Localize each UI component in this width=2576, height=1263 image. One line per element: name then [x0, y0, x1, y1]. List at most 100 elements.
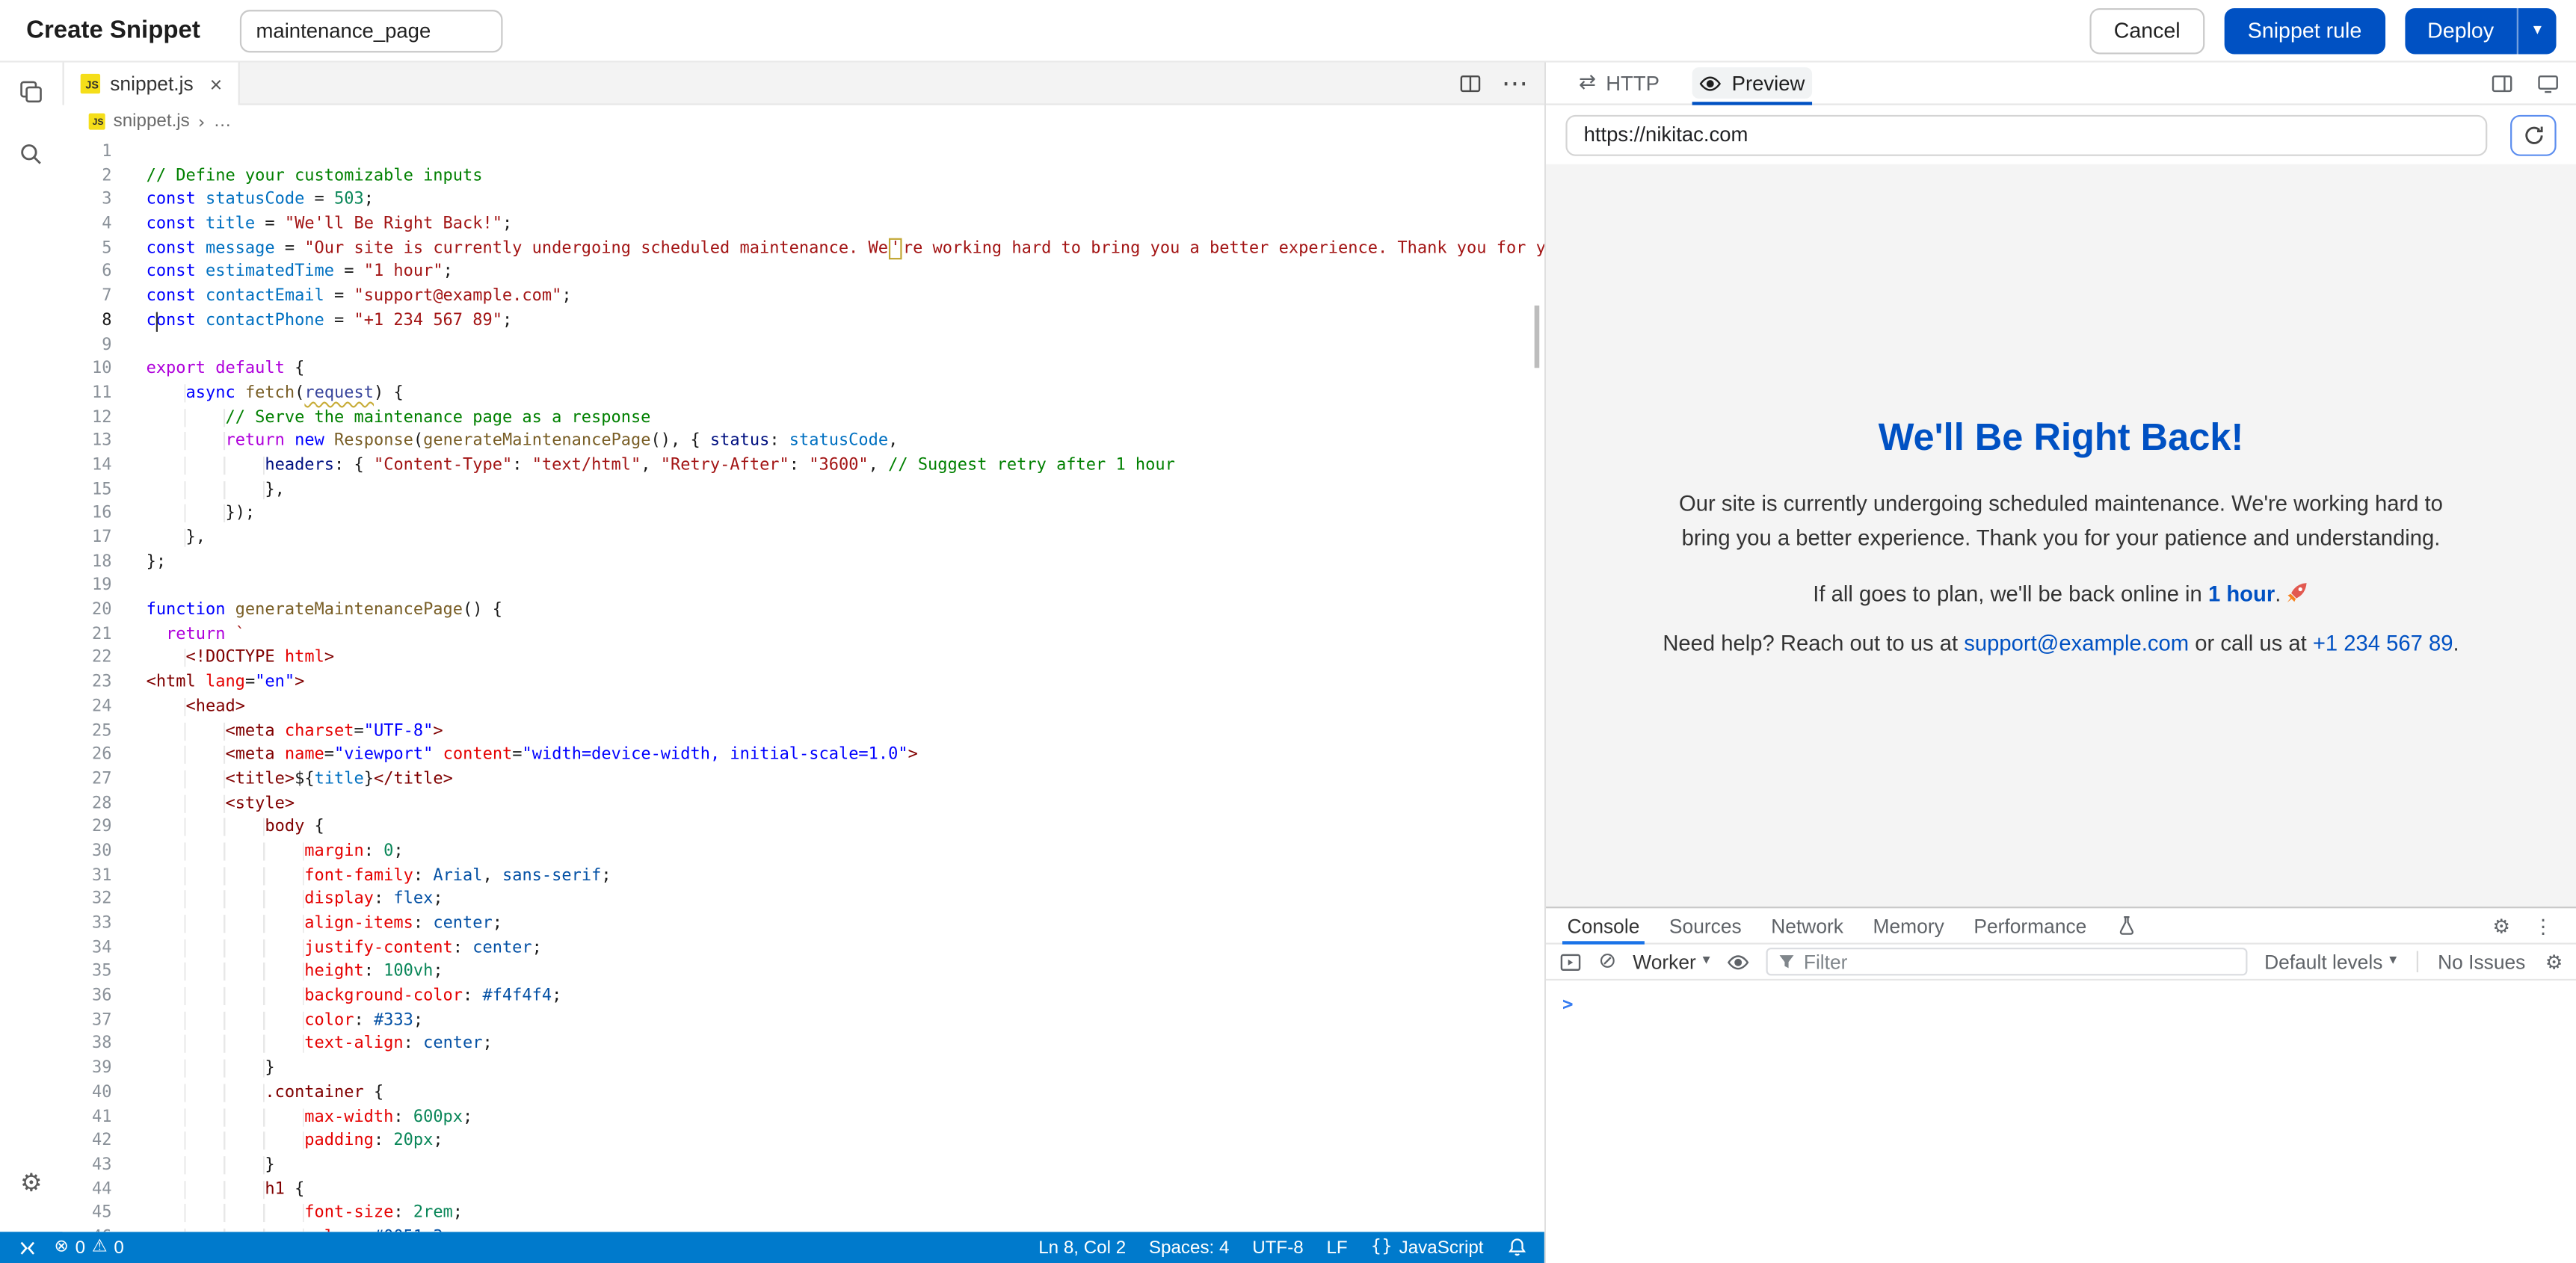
- line-number[interactable]: 20: [63, 599, 112, 623]
- line-number[interactable]: 17: [63, 527, 112, 551]
- code-line[interactable]: 46 color: #0051c3;: [63, 1227, 1544, 1232]
- line-number[interactable]: 11: [63, 383, 112, 407]
- code-line[interactable]: 42 padding: 20px;: [63, 1130, 1544, 1154]
- code-line[interactable]: 15 },: [63, 479, 1544, 503]
- editor-tab-snippet-js[interactable]: JS snippet.js ×: [63, 63, 241, 105]
- line-number[interactable]: 15: [63, 479, 112, 503]
- line-number[interactable]: 37: [63, 1010, 112, 1034]
- code-line[interactable]: 24 <head>: [63, 696, 1544, 720]
- deploy-button[interactable]: Deploy: [2404, 7, 2516, 54]
- snippet-name-input[interactable]: [240, 9, 503, 52]
- code-line[interactable]: 6const estimatedTime = "1 hour";: [63, 262, 1544, 285]
- line-number[interactable]: 30: [63, 841, 112, 865]
- copy-files-icon[interactable]: [18, 78, 44, 105]
- code-line[interactable]: 3const statusCode = 503;: [63, 190, 1544, 214]
- line-number[interactable]: 43: [63, 1155, 112, 1179]
- console-filter-input[interactable]: Filter: [1766, 948, 2248, 975]
- devtools-tab-console[interactable]: Console: [1553, 908, 1654, 942]
- code-line[interactable]: 44 h1 {: [63, 1179, 1544, 1202]
- line-number[interactable]: 35: [63, 961, 112, 985]
- line-number[interactable]: 6: [63, 262, 112, 285]
- code-line[interactable]: 28 <style>: [63, 793, 1544, 817]
- code-line[interactable]: 18};: [63, 552, 1544, 575]
- experiments-flask-icon[interactable]: [2101, 908, 2152, 942]
- code-line[interactable]: 1: [63, 141, 1544, 165]
- devtools-tab-sources[interactable]: Sources: [1654, 908, 1756, 942]
- code-line[interactable]: 14 headers: { "Content-Type": "text/html…: [63, 455, 1544, 479]
- code-line[interactable]: 26 <meta name="viewport" content="width=…: [63, 744, 1544, 768]
- live-expression-eye-icon[interactable]: [1727, 950, 1750, 973]
- line-number[interactable]: 42: [63, 1130, 112, 1154]
- console-settings-gear-icon[interactable]: ⚙: [2545, 952, 2563, 972]
- devtools-tab-performance[interactable]: Performance: [1959, 908, 2102, 942]
- line-number[interactable]: 26: [63, 744, 112, 768]
- devtools-monitor-icon[interactable]: [2536, 72, 2560, 95]
- line-number[interactable]: 2: [63, 165, 112, 189]
- code-line[interactable]: 7const contactEmail = "support@example.c…: [63, 286, 1544, 310]
- console-sidebar-toggle-icon[interactable]: [1559, 950, 1583, 973]
- line-number[interactable]: 40: [63, 1082, 112, 1106]
- line-number[interactable]: 45: [63, 1202, 112, 1226]
- line-number[interactable]: 21: [63, 624, 112, 648]
- line-number[interactable]: 29: [63, 817, 112, 841]
- snippet-rule-button[interactable]: Snippet rule: [2225, 7, 2385, 54]
- deploy-dropdown-button[interactable]: ▾: [2517, 7, 2557, 54]
- line-number[interactable]: 44: [63, 1179, 112, 1202]
- line-number[interactable]: 27: [63, 768, 112, 792]
- console-output[interactable]: >: [1546, 981, 2576, 1263]
- line-number[interactable]: 25: [63, 720, 112, 744]
- line-number[interactable]: 12: [63, 407, 112, 430]
- code-line[interactable]: 12 // Serve the maintenance page as a re…: [63, 407, 1544, 430]
- split-editor-icon[interactable]: [1459, 72, 1482, 95]
- code-line[interactable]: 34 justify-content: center;: [63, 937, 1544, 961]
- code-line[interactable]: 2// Define your customizable inputs: [63, 165, 1544, 189]
- line-number[interactable]: 18: [63, 552, 112, 575]
- line-number[interactable]: 19: [63, 575, 112, 599]
- line-number[interactable]: 4: [63, 214, 112, 238]
- line-number[interactable]: 10: [63, 359, 112, 383]
- panel-layout-icon[interactable]: [2491, 72, 2514, 95]
- line-number[interactable]: 41: [63, 1106, 112, 1130]
- code-line[interactable]: 33 align-items: center;: [63, 913, 1544, 937]
- url-input[interactable]: [1565, 114, 2487, 155]
- code-line[interactable]: 13 return new Response(generateMaintenan…: [63, 430, 1544, 454]
- code-line[interactable]: 20function generateMaintenancePage() {: [63, 599, 1544, 623]
- line-number[interactable]: 22: [63, 648, 112, 672]
- code-line[interactable]: 22 <!DOCTYPE html>: [63, 648, 1544, 672]
- code-line[interactable]: 35 height: 100vh;: [63, 961, 1544, 985]
- code-line[interactable]: 23<html lang="en">: [63, 672, 1544, 696]
- line-number[interactable]: 34: [63, 937, 112, 961]
- search-icon[interactable]: [18, 141, 44, 167]
- line-number[interactable]: 32: [63, 889, 112, 913]
- code-line[interactable]: 17 },: [63, 527, 1544, 551]
- code-editor[interactable]: 12// Define your customizable inputs3con…: [63, 138, 1544, 1232]
- code-line[interactable]: 21 return `: [63, 624, 1544, 648]
- code-line[interactable]: 11 async fetch(request) {: [63, 383, 1544, 407]
- devtools-kebab-menu-icon[interactable]: ⋮: [2533, 915, 2553, 935]
- tab-preview[interactable]: Preview: [1683, 63, 1822, 104]
- code-line[interactable]: 19: [63, 575, 1544, 599]
- devtools-tab-memory[interactable]: Memory: [1858, 908, 1959, 942]
- line-number[interactable]: 9: [63, 334, 112, 358]
- issues-counter[interactable]: No Issues: [2438, 950, 2525, 973]
- code-line[interactable]: 25 <meta charset="UTF-8">: [63, 720, 1544, 744]
- devtools-settings-gear-icon[interactable]: ⚙: [2492, 915, 2510, 935]
- code-line[interactable]: 32 display: flex;: [63, 889, 1544, 913]
- execution-context-selector[interactable]: Worker ▾: [1633, 950, 1710, 973]
- log-levels-selector[interactable]: Default levels ▾: [2264, 950, 2397, 973]
- code-line[interactable]: 16 });: [63, 503, 1544, 527]
- contact-phone-link[interactable]: +1 234 567 89: [2313, 631, 2453, 655]
- line-number[interactable]: 13: [63, 430, 112, 454]
- line-number[interactable]: 5: [63, 238, 112, 262]
- remote-indicator-icon[interactable]: [16, 1238, 38, 1257]
- refresh-button[interactable]: [2510, 114, 2557, 155]
- code-line[interactable]: 43 }: [63, 1155, 1544, 1179]
- breadcrumb-more[interactable]: …: [213, 111, 231, 131]
- line-number[interactable]: 39: [63, 1058, 112, 1082]
- cursor-position-indicator[interactable]: Ln 8, Col 2: [1038, 1238, 1126, 1257]
- editor-scrollbar[interactable]: [1535, 306, 1540, 368]
- line-number[interactable]: 23: [63, 672, 112, 696]
- code-line[interactable]: 5const message = "Our site is currently …: [63, 238, 1544, 262]
- line-number[interactable]: 14: [63, 455, 112, 479]
- code-line[interactable]: 40 .container {: [63, 1082, 1544, 1106]
